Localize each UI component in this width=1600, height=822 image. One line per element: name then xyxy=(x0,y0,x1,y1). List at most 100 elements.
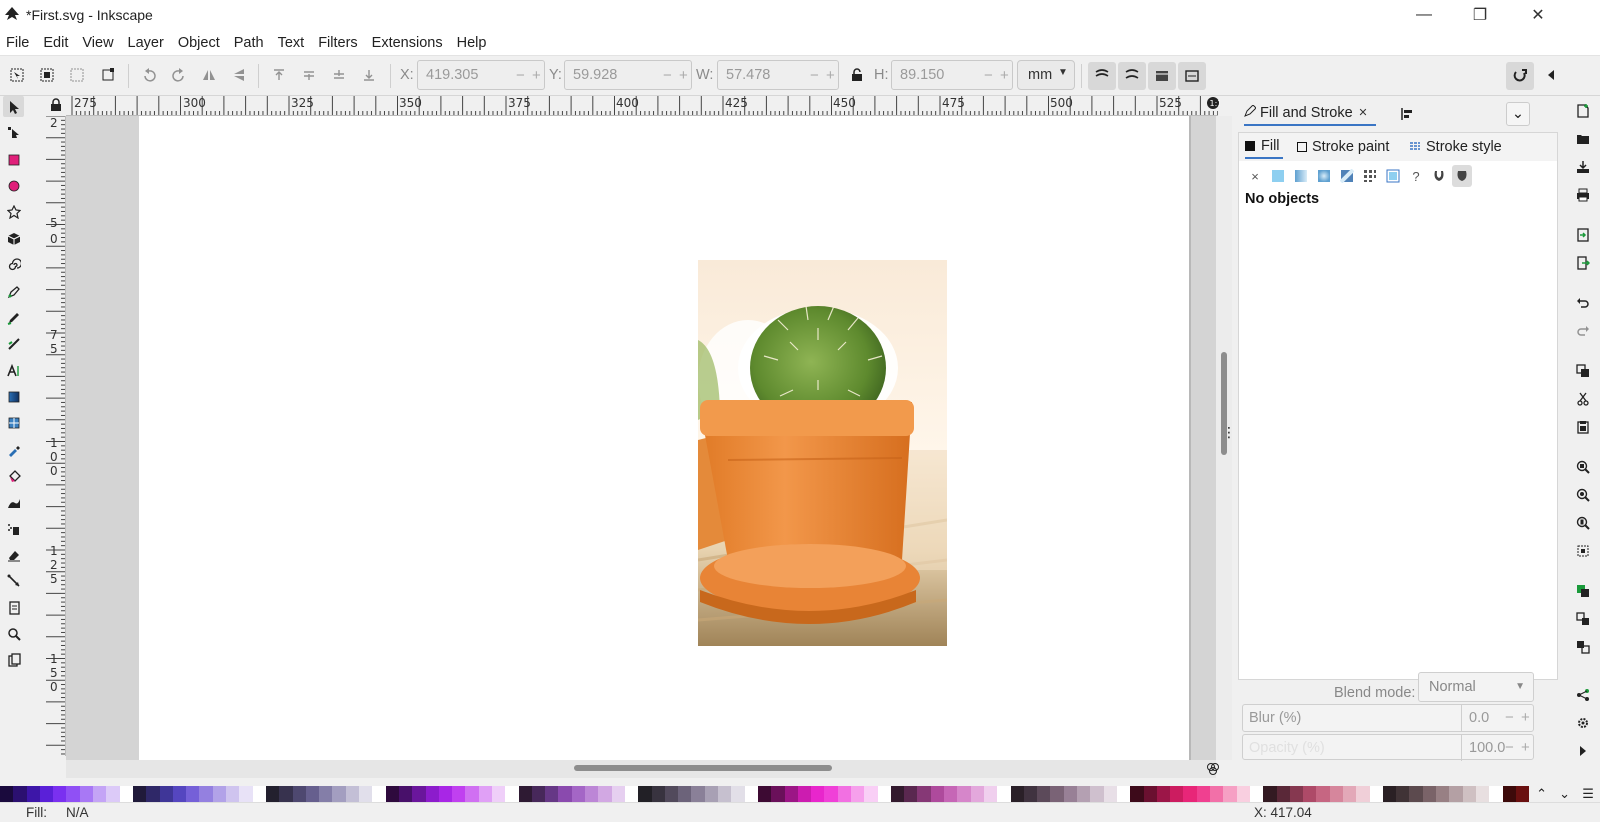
dropper-tool-icon[interactable] xyxy=(3,439,24,460)
xml-editor-icon[interactable] xyxy=(1572,684,1594,706)
cactus-image[interactable] xyxy=(698,260,947,646)
paint-none-button[interactable]: × xyxy=(1245,165,1265,187)
h-decrement-button[interactable]: − xyxy=(984,67,993,84)
palette-swatch[interactable] xyxy=(398,786,413,802)
palette-swatch[interactable] xyxy=(611,786,625,802)
palette-swatch[interactable] xyxy=(957,786,971,802)
export-icon[interactable] xyxy=(1572,252,1594,274)
palette-swatch[interactable] xyxy=(1196,786,1211,802)
palette-swatch[interactable] xyxy=(491,786,506,802)
deselect-icon[interactable] xyxy=(66,64,88,86)
menu-help[interactable]: Help xyxy=(450,30,494,56)
palette-swatch[interactable] xyxy=(797,786,812,802)
palette-swatch[interactable] xyxy=(651,786,665,802)
gradient-tool-icon[interactable] xyxy=(3,386,24,407)
paint-bucket-tool-icon[interactable] xyxy=(3,465,24,486)
palette-swatch[interactable] xyxy=(531,786,546,802)
new-document-icon[interactable] xyxy=(1572,100,1594,122)
select-all-icon[interactable] xyxy=(6,64,28,86)
palette-swatch[interactable] xyxy=(1356,786,1370,802)
snap-toggle-button[interactable] xyxy=(1506,62,1534,90)
y-decrement-button[interactable]: − xyxy=(663,67,672,84)
menu-path[interactable]: Path xyxy=(227,30,271,56)
zoom-tool-icon[interactable] xyxy=(3,623,24,644)
cut-icon[interactable] xyxy=(1572,388,1594,410)
palette-swatch[interactable] xyxy=(983,786,998,802)
palette-swatch[interactable] xyxy=(1316,786,1330,802)
palette-swatch[interactable] xyxy=(1116,786,1131,802)
palette-swatch[interactable] xyxy=(1422,786,1437,802)
x-increment-button[interactable]: + xyxy=(532,67,541,84)
mesh-tool-icon[interactable] xyxy=(3,412,24,433)
palette-scroll-down-button[interactable]: ⌄ xyxy=(1559,786,1570,802)
clone-icon[interactable] xyxy=(1572,636,1594,658)
lower-to-bottom-icon[interactable] xyxy=(358,64,380,86)
paint-mesh-gradient-icon[interactable] xyxy=(1337,165,1357,187)
dock-resize-handle-icon[interactable]: ⋮ xyxy=(1222,424,1236,441)
palette-swatch[interactable] xyxy=(146,786,160,802)
ruler-lock-icon[interactable] xyxy=(50,98,62,115)
palette-swatch[interactable] xyxy=(53,786,67,802)
redo-icon[interactable] xyxy=(1572,320,1594,342)
measure-tool-icon[interactable] xyxy=(3,649,24,670)
paint-pattern-icon[interactable] xyxy=(1360,165,1380,187)
undo-icon[interactable] xyxy=(1572,292,1594,314)
h-spinbox[interactable]: 89.150 − + xyxy=(891,60,1013,90)
palette-swatch[interactable] xyxy=(1276,786,1290,802)
palette-swatch[interactable] xyxy=(186,786,200,802)
horizontal-scrollbar[interactable] xyxy=(66,760,1216,778)
palette-swatch[interactable] xyxy=(265,786,280,802)
lower-icon[interactable] xyxy=(328,64,350,86)
eraser-tool-icon[interactable] xyxy=(3,544,24,565)
close-button[interactable]: ✕ xyxy=(1510,0,1566,30)
paint-radial-gradient-icon[interactable] xyxy=(1314,165,1334,187)
fill-rule-nonzero-icon[interactable] xyxy=(1452,165,1472,187)
palette-swatch[interactable] xyxy=(1289,786,1304,802)
palette-swatch[interactable] xyxy=(757,786,772,802)
y-spinbox[interactable]: 59.928 − + xyxy=(564,60,692,90)
palette-swatch[interactable] xyxy=(79,786,94,802)
palette-swatch[interactable] xyxy=(1475,786,1490,802)
node-tool-icon[interactable] xyxy=(3,122,24,143)
palette-scroll-up-button[interactable]: ⌃ xyxy=(1536,786,1547,802)
menu-object[interactable]: Object xyxy=(171,30,227,56)
tab-close-button[interactable]: × xyxy=(1359,105,1367,121)
palette-swatch[interactable] xyxy=(890,786,905,802)
palette-swatch[interactable] xyxy=(1090,786,1104,802)
color-palette[interactable] xyxy=(0,786,1530,802)
palette-swatch[interactable] xyxy=(864,786,878,802)
unit-select[interactable]: mm ▼ xyxy=(1017,60,1075,90)
palette-swatch[interactable] xyxy=(1342,786,1357,802)
palette-swatch[interactable] xyxy=(1077,786,1091,802)
raise-to-top-icon[interactable] xyxy=(268,64,290,86)
palette-swatch[interactable] xyxy=(226,786,240,802)
palette-swatch[interactable] xyxy=(1369,786,1383,802)
palette-swatch[interactable] xyxy=(1396,786,1410,802)
palette-swatch[interactable] xyxy=(505,786,519,802)
palette-swatch[interactable] xyxy=(425,786,439,802)
paint-linear-gradient-icon[interactable] xyxy=(1291,165,1311,187)
preferences-icon[interactable] xyxy=(1572,712,1594,734)
menu-layer[interactable]: Layer xyxy=(121,30,171,56)
move-patterns-toggle[interactable] xyxy=(1178,62,1206,90)
palette-swatch[interactable] xyxy=(1023,786,1038,802)
palette-swatch[interactable] xyxy=(571,786,586,802)
palette-swatch[interactable] xyxy=(904,786,918,802)
zoom-selection-icon[interactable] xyxy=(1572,456,1594,478)
palette-swatch[interactable] xyxy=(279,786,293,802)
palette-swatch[interactable] xyxy=(558,786,572,802)
pages-tool-icon[interactable] xyxy=(3,597,24,618)
palette-swatch[interactable] xyxy=(824,786,838,802)
palette-swatch[interactable] xyxy=(1170,786,1184,802)
palette-swatch[interactable] xyxy=(718,786,732,802)
y-increment-button[interactable]: + xyxy=(679,67,688,84)
flip-horizontal-icon[interactable] xyxy=(198,64,220,86)
palette-swatch[interactable] xyxy=(837,786,851,802)
paste-icon[interactable] xyxy=(1572,416,1594,438)
copy-icon[interactable] xyxy=(1572,360,1594,382)
menu-extensions[interactable]: Extensions xyxy=(365,30,450,56)
scale-corners-toggle[interactable] xyxy=(1118,62,1146,90)
palette-swatch[interactable] xyxy=(319,786,333,802)
palette-swatch[interactable] xyxy=(638,786,652,802)
blur-decrement-button[interactable]: − xyxy=(1505,709,1514,726)
